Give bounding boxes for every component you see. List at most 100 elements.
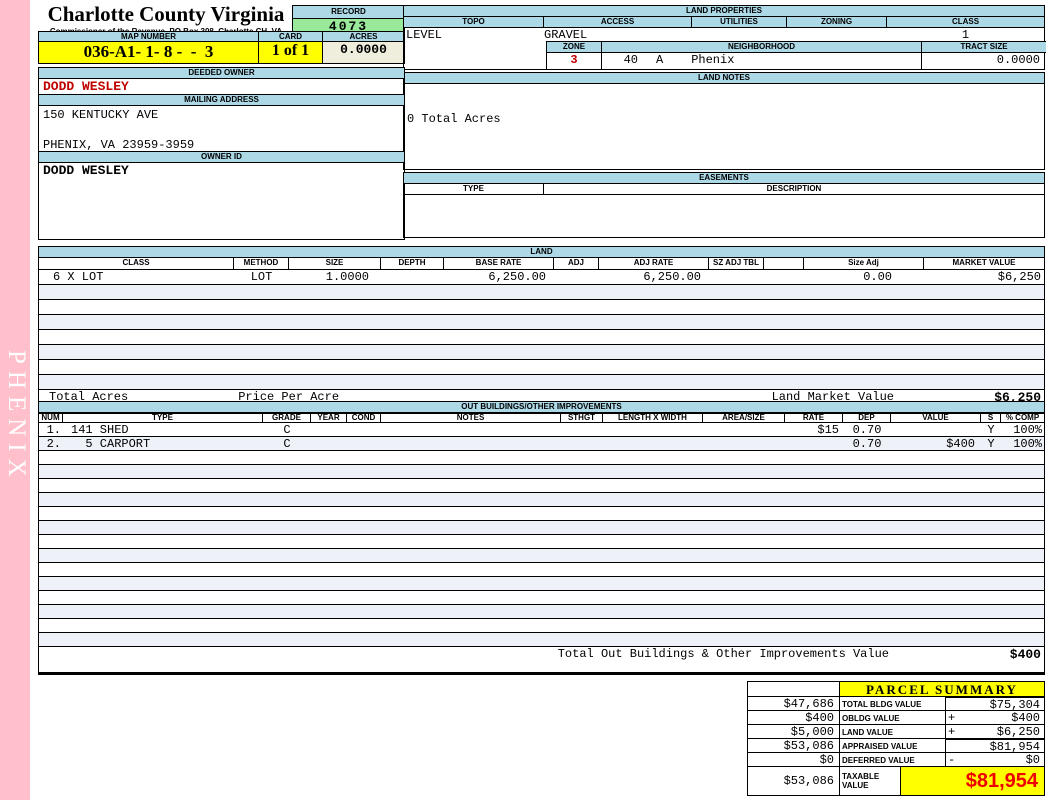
land-notes-header: LAND NOTES xyxy=(404,73,1044,84)
taxable-value-label: TAXABLE VALUE xyxy=(839,766,901,796)
record-box: RECORD 4073 xyxy=(292,5,405,34)
card-value: 1 of 1 xyxy=(258,41,322,64)
column-header: LENGTH X WIDTH xyxy=(603,413,703,422)
land-adj-rate: 6,250.00 xyxy=(643,270,701,284)
parcel-summary-title: PARCEL SUMMARY xyxy=(839,681,1045,697)
column-header: NUM xyxy=(39,413,63,422)
ob-s: Y xyxy=(987,423,995,437)
summary-value: $0 xyxy=(1025,753,1040,767)
summary-value: $75,304 xyxy=(989,698,1040,712)
record-label: RECORD xyxy=(292,5,405,19)
land-notes-section: LAND NOTES 0 Total Acres xyxy=(403,72,1045,170)
class-value: 1 xyxy=(961,28,970,42)
column-header: % COMP xyxy=(1005,413,1040,422)
out-buildings-total-value: $400 xyxy=(1009,647,1041,662)
land-adj xyxy=(554,270,599,284)
column-header: TYPE xyxy=(63,413,263,422)
prior-value: $0 xyxy=(747,752,840,767)
summary-sign: - xyxy=(948,753,956,767)
land-table-header: LAND xyxy=(39,247,1044,258)
easements-section: EASEMENTS TYPE DESCRIPTION xyxy=(403,172,1045,238)
utilities-header: UTILITIES xyxy=(692,17,787,27)
land-sz-adj-tbl xyxy=(709,270,764,284)
empty-row xyxy=(39,300,1044,315)
page-title: Charlotte County Virginia xyxy=(47,2,285,26)
ob-num: 2. xyxy=(46,437,61,451)
table-row: 2. 5 CARPORT C 0.70 $400 Y 100% xyxy=(39,437,1044,451)
column-header: MARKET VALUE xyxy=(924,258,1044,269)
mailing-address-block: 150 KENTUCKY AVE PHENIX, VA 23959-3959 xyxy=(39,106,404,152)
empty-row xyxy=(39,563,1044,577)
out-buildings-header: OUT BUILDINGS/OTHER IMPROVEMENTS xyxy=(39,402,1044,413)
summary-value: $400 xyxy=(1011,711,1040,725)
neighborhood-sub: A xyxy=(656,53,664,67)
empty-row xyxy=(39,360,1044,375)
owner-section: DEEDED OWNER DODD WESLEY MAILING ADDRESS… xyxy=(38,67,405,240)
taxable-value-row: $53,086 TAXABLE VALUE $81,954 xyxy=(747,766,1045,796)
ob-rate xyxy=(785,437,843,450)
ob-type: 141 SHED xyxy=(71,423,129,437)
prior-value: $5,000 xyxy=(747,724,840,739)
easement-type-header: TYPE xyxy=(404,184,544,194)
empty-row xyxy=(39,507,1044,521)
summary-label: TOTAL BLDG VALUE xyxy=(839,696,946,711)
land-base-rate: 6,250.00 xyxy=(488,270,546,284)
empty-row xyxy=(39,535,1044,549)
summary-row: $5,000 LAND VALUE + $6,250 xyxy=(747,724,1045,739)
column-header: DEP xyxy=(843,413,891,422)
ob-length-width xyxy=(603,437,703,450)
tract-size-header: TRACT SIZE xyxy=(922,42,1046,52)
ob-grade: C xyxy=(283,423,291,437)
ob-rate: $15 xyxy=(817,423,839,437)
zone-value: 3 xyxy=(547,53,602,69)
column-header: Size Adj xyxy=(804,258,924,269)
empty-row xyxy=(39,375,1044,390)
taxable-value: $81,954 xyxy=(900,766,1045,796)
summary-label: DEFERRED VALUE xyxy=(839,752,946,767)
empty-row xyxy=(39,619,1044,633)
land-class: 6 X LOT xyxy=(53,270,104,284)
table-row: 6 X LOT LOT 1.0000 6,250.00 6,250.00 0.0… xyxy=(39,270,1044,285)
neighborhood-name: Phenix xyxy=(691,53,735,67)
deeded-owner-value: DODD WESLEY xyxy=(43,79,129,94)
summary-sign: + xyxy=(948,711,956,725)
ob-area-size xyxy=(703,423,785,436)
empty-row xyxy=(39,591,1044,605)
ob-grade: C xyxy=(283,437,291,451)
column-header: ADJ RATE xyxy=(599,258,709,269)
column-header: COND xyxy=(347,413,381,422)
sidebar-watermark: PHENIX xyxy=(3,350,30,484)
summary-sign xyxy=(946,740,961,752)
mailing-address-header: MAILING ADDRESS xyxy=(39,94,404,106)
ob-dep: 0.70 xyxy=(852,423,882,437)
ob-notes xyxy=(381,423,561,436)
ob-value xyxy=(891,423,981,436)
prior-taxable-value: $53,086 xyxy=(747,766,840,796)
land-extra xyxy=(764,270,804,284)
land-method: LOT xyxy=(250,270,273,284)
ob-type: 5 CARPORT xyxy=(71,437,151,451)
address-line-1: 150 KENTUCKY AVE xyxy=(43,108,159,122)
ob-length-width xyxy=(603,423,703,436)
column-header: BASE RATE xyxy=(444,258,554,269)
empty-row xyxy=(39,315,1044,330)
column-header: DEPTH xyxy=(381,258,444,269)
access-value: GRAVEL xyxy=(544,28,588,42)
summary-label: APPRAISED VALUE xyxy=(839,738,946,753)
ob-year xyxy=(311,423,347,436)
column-header: NOTES xyxy=(381,413,561,422)
column-header: CLASS xyxy=(39,258,234,269)
table-row: 1. 141 SHED C $15 0.70 Y 100% xyxy=(39,423,1044,437)
topo-header: TOPO xyxy=(404,17,544,27)
column-header: SIZE xyxy=(289,258,381,269)
ob-num: 1. xyxy=(46,423,61,437)
summary-row: $400 OBLDG VALUE + $400 xyxy=(747,710,1045,725)
land-column-headers: CLASS METHOD SIZE DEPTH BASE RATE ADJ AD… xyxy=(39,258,1044,270)
land-size-adj: 0.00 xyxy=(863,270,892,284)
parcel-summary-section: PARCEL SUMMARY $47,686 TOTAL BLDG VALUE … xyxy=(747,681,1045,796)
parcel-summary-blank-cell xyxy=(747,681,840,697)
topo-value: LEVEL xyxy=(406,28,443,42)
out-buildings-total-label: Total Out Buildings & Other Improvements… xyxy=(557,647,889,661)
map-card-acres-table: MAP NUMBER CARD ACRES 036-A1- 1- 8 - - 3… xyxy=(38,31,405,64)
neighborhood-value: 40 A Phenix xyxy=(602,53,922,69)
